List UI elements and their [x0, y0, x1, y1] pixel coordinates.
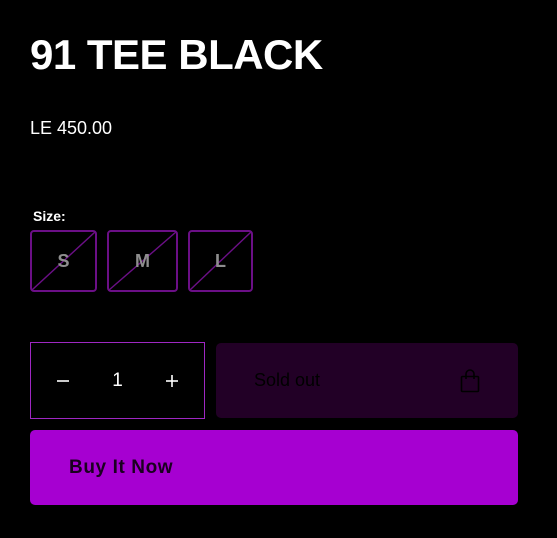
product-price: LE 450.00	[30, 118, 113, 138]
sold-out-button[interactable]: Sold out	[216, 343, 518, 418]
size-option-label: M	[135, 250, 150, 271]
size-label: Size:	[33, 208, 66, 224]
size-option-m[interactable]: M	[107, 230, 178, 292]
quantity-stepper: 1	[30, 342, 205, 419]
decrease-quantity-button[interactable]	[53, 371, 73, 391]
size-option-label: S	[57, 250, 70, 271]
buy-it-now-button[interactable]: Buy It Now	[30, 430, 518, 505]
minus-icon	[57, 379, 69, 382]
size-option-label: L	[215, 250, 226, 271]
increase-quantity-button[interactable]	[162, 371, 182, 391]
size-option-s[interactable]: S	[30, 230, 97, 292]
buy-it-now-label: Buy It Now	[69, 456, 174, 478]
shopping-bag-icon	[460, 368, 480, 392]
size-option-l[interactable]: L	[188, 230, 253, 292]
sold-out-label: Sold out	[254, 370, 321, 390]
plus-icon	[165, 374, 178, 387]
quantity-input[interactable]: 1	[112, 370, 123, 392]
product-title: 91 TEE BLACK	[30, 31, 323, 78]
